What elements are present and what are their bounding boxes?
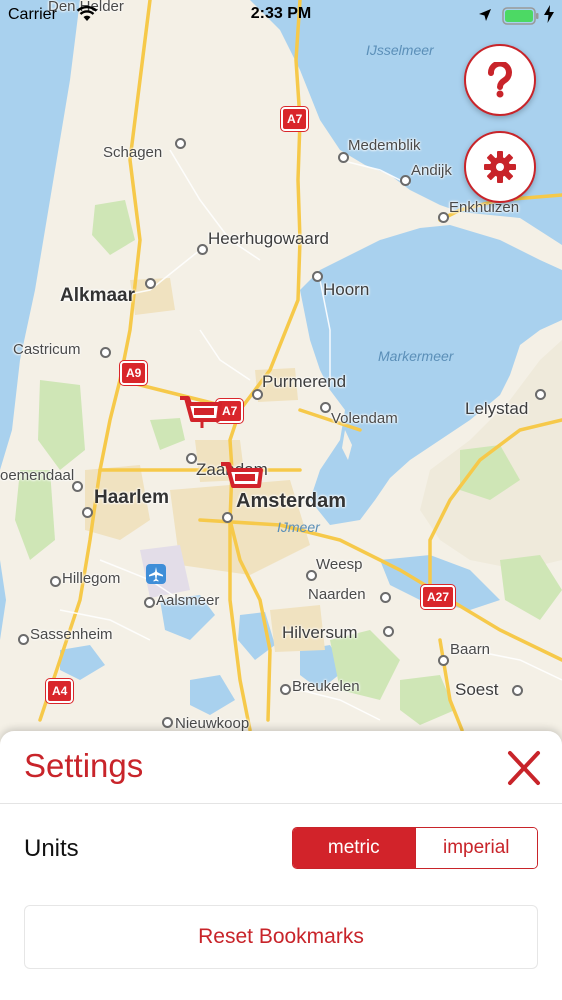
map-label-schagen: Schagen [103, 144, 163, 161]
close-icon [508, 751, 540, 785]
map-label-bloemendaal: oemendaal [0, 467, 75, 484]
map-label-medemblik: Medemblik [348, 137, 421, 154]
units-option-imperial[interactable]: imperial [414, 828, 537, 868]
map-label-naarden: Naarden [308, 586, 366, 603]
units-segmented-control: metric imperial [292, 827, 538, 869]
city-dot [18, 634, 29, 645]
city-dot [222, 512, 233, 523]
city-dot [400, 175, 411, 186]
settings-title: Settings [24, 747, 144, 784]
app-screen: Den Helder IJsselmeer Schagen Medemblik … [0, 0, 562, 1000]
map-label-alkmaar: Alkmaar [60, 285, 135, 306]
map-label-soest: Soest [455, 680, 499, 699]
battery-icon [502, 7, 540, 30]
settings-header: Settings [0, 731, 562, 804]
map-label-breukelen: Breukelen [292, 678, 360, 695]
map-label-sassenheim: Sassenheim [30, 626, 113, 643]
location-arrow-icon [478, 8, 492, 27]
city-dot [82, 507, 93, 518]
units-label: Units [24, 835, 79, 862]
charging-bolt-icon [544, 5, 554, 28]
status-bar: Carrier 2:33 PM [0, 0, 562, 32]
city-dot [50, 576, 61, 587]
close-button[interactable] [500, 747, 548, 791]
map-label-hillegom: Hillegom [62, 570, 121, 587]
city-dot [320, 402, 331, 413]
map-label-ijsselmeer: IJsselmeer [366, 42, 434, 58]
map-label-markermeer: Markermeer [378, 348, 454, 364]
settings-button[interactable] [464, 131, 536, 203]
city-dot [512, 685, 523, 696]
map-label-baarn: Baarn [450, 641, 491, 658]
city-dot [100, 347, 111, 358]
city-dot [145, 278, 156, 289]
map-label-aalsmeer: Aalsmeer [156, 592, 220, 609]
units-option-metric[interactable]: metric [293, 828, 415, 868]
map-label-hilversum: Hilversum [282, 623, 358, 642]
map-label-volendam: Volendam [331, 410, 398, 427]
gear-icon [484, 151, 516, 183]
map-label-nieuwkoop: Nieuwkoop [175, 715, 250, 732]
city-dot [280, 684, 291, 695]
road-shield-a9: A9 [120, 361, 148, 385]
city-dot [162, 717, 173, 728]
reset-bookmarks-button[interactable]: Reset Bookmarks [24, 905, 538, 969]
map-label-andijk: Andijk [411, 162, 452, 179]
city-dot [438, 655, 449, 666]
map-label-castricum: Castricum [13, 341, 81, 358]
help-button[interactable] [464, 44, 536, 116]
map-label-purmerend: Purmerend [262, 372, 347, 391]
road-shield-a7: A7 [281, 107, 309, 131]
map-label-heerhugowaard: Heerhugowaard [208, 229, 329, 248]
road-shield-a27: A27 [421, 585, 456, 609]
city-dot [535, 389, 546, 400]
road-shield-a4: A4 [46, 679, 74, 703]
map-label-lelystad: Lelystad [465, 399, 529, 418]
question-mark-icon [488, 62, 512, 98]
map-label-haarlem: Haarlem [94, 487, 169, 508]
city-dot [175, 138, 186, 149]
city-dot [144, 597, 155, 608]
city-dot [312, 271, 323, 282]
city-dot [383, 626, 394, 637]
city-dot [252, 389, 263, 400]
airport-icon [146, 564, 166, 584]
map-label-hoorn: Hoorn [323, 280, 370, 299]
settings-sheet: Settings Units metric imperial Reset Boo… [0, 731, 562, 1000]
city-dot [380, 592, 391, 603]
map-label-ijmeer: IJmeer [277, 519, 320, 535]
city-dot [438, 212, 449, 223]
city-dot [72, 481, 83, 492]
map-label-weesp: Weesp [316, 556, 363, 573]
city-dot [197, 244, 208, 255]
